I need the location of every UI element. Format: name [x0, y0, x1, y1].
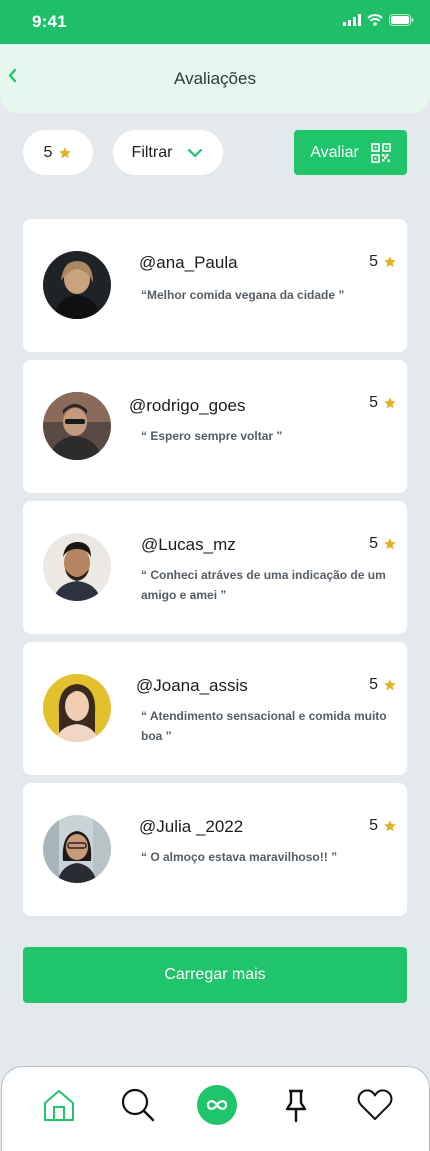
- load-more-label: Carregar mais: [164, 966, 266, 983]
- qr-code-icon: [371, 142, 391, 163]
- nav-pin[interactable]: [276, 1085, 316, 1125]
- nav-home[interactable]: [39, 1085, 79, 1125]
- star-icon: [384, 397, 396, 409]
- review-rating: 5: [369, 676, 397, 694]
- filter-label: Filtrar: [131, 143, 173, 161]
- page-title: Avaliações: [174, 69, 256, 88]
- nav-center[interactable]: [197, 1085, 237, 1125]
- status-icons: [343, 14, 414, 26]
- search-icon: [121, 1088, 155, 1122]
- review-rating: 5: [369, 394, 397, 412]
- status-time: 9:41: [32, 12, 67, 31]
- review-rating-value: 5: [369, 394, 378, 411]
- avatar: [43, 251, 111, 319]
- rating-filter-value: 5: [43, 143, 53, 161]
- star-icon: [384, 256, 396, 268]
- review-card: @Julia _2022 5 “ O almoço estava maravil…: [23, 783, 407, 916]
- battery-icon: [389, 14, 414, 26]
- review-comment: “Melhor comida vegana da cidade ”: [141, 288, 345, 302]
- rate-button-label: Avaliar: [310, 143, 359, 161]
- review-username: @rodrigo_goes: [129, 396, 246, 415]
- review-username: @Julia _2022: [139, 817, 244, 836]
- load-more-button[interactable]: Carregar mais: [23, 947, 407, 1003]
- review-username: @Joana_assis: [136, 676, 248, 695]
- nav-favorites[interactable]: [355, 1085, 395, 1125]
- review-rating: 5: [369, 817, 397, 835]
- review-comment: “ Conheci atráves de uma indicação de um…: [141, 568, 386, 602]
- avatar: [43, 815, 111, 883]
- pin-icon: [285, 1089, 307, 1123]
- review-username: @Lucas_mz: [141, 535, 236, 554]
- star-icon: [384, 538, 396, 550]
- review-rating-value: 5: [369, 253, 378, 270]
- signal-icon: [343, 14, 361, 26]
- header: Avaliações: [0, 44, 430, 113]
- status-bar: 9:41: [0, 0, 430, 44]
- star-icon: [59, 146, 72, 158]
- review-card: @Joana_assis 5 “ Atendimento sensacional…: [23, 642, 407, 775]
- infinity-icon: [206, 1100, 228, 1110]
- review-rating: 5: [369, 535, 397, 553]
- review-rating: 5: [369, 253, 397, 271]
- avatar: [43, 674, 111, 742]
- review-rating-value: 5: [369, 535, 378, 552]
- avatar: [43, 392, 111, 460]
- review-card: @rodrigo_goes 5 “ Espero sempre voltar ”: [23, 360, 407, 493]
- review-card: @Lucas_mz 5 “ Conheci atráves de uma ind…: [23, 501, 407, 634]
- rate-button[interactable]: Avaliar: [294, 130, 407, 175]
- review-rating-value: 5: [369, 817, 378, 834]
- home-icon: [44, 1090, 74, 1121]
- rating-filter-button[interactable]: 5: [23, 130, 93, 175]
- wifi-icon: [367, 14, 383, 26]
- nav-search[interactable]: [118, 1085, 158, 1125]
- heart-icon: [357, 1089, 393, 1120]
- review-card: @ana_Paula 5 “Melhor comida vegana da ci…: [23, 219, 407, 352]
- review-rating-value: 5: [369, 676, 378, 693]
- review-comment: “ O almoço estava maravilhoso!! ”: [141, 850, 338, 864]
- avatar: [43, 533, 111, 601]
- chevron-down-icon: [188, 148, 203, 157]
- review-comment: “ Espero sempre voltar ”: [141, 429, 283, 443]
- review-comment: “ Atendimento sensacional e comida muito…: [141, 709, 387, 743]
- bottom-nav: [1, 1066, 430, 1151]
- filter-dropdown[interactable]: Filtrar: [113, 130, 223, 175]
- star-icon: [384, 820, 396, 832]
- review-username: @ana_Paula: [139, 253, 238, 272]
- star-icon: [384, 679, 396, 691]
